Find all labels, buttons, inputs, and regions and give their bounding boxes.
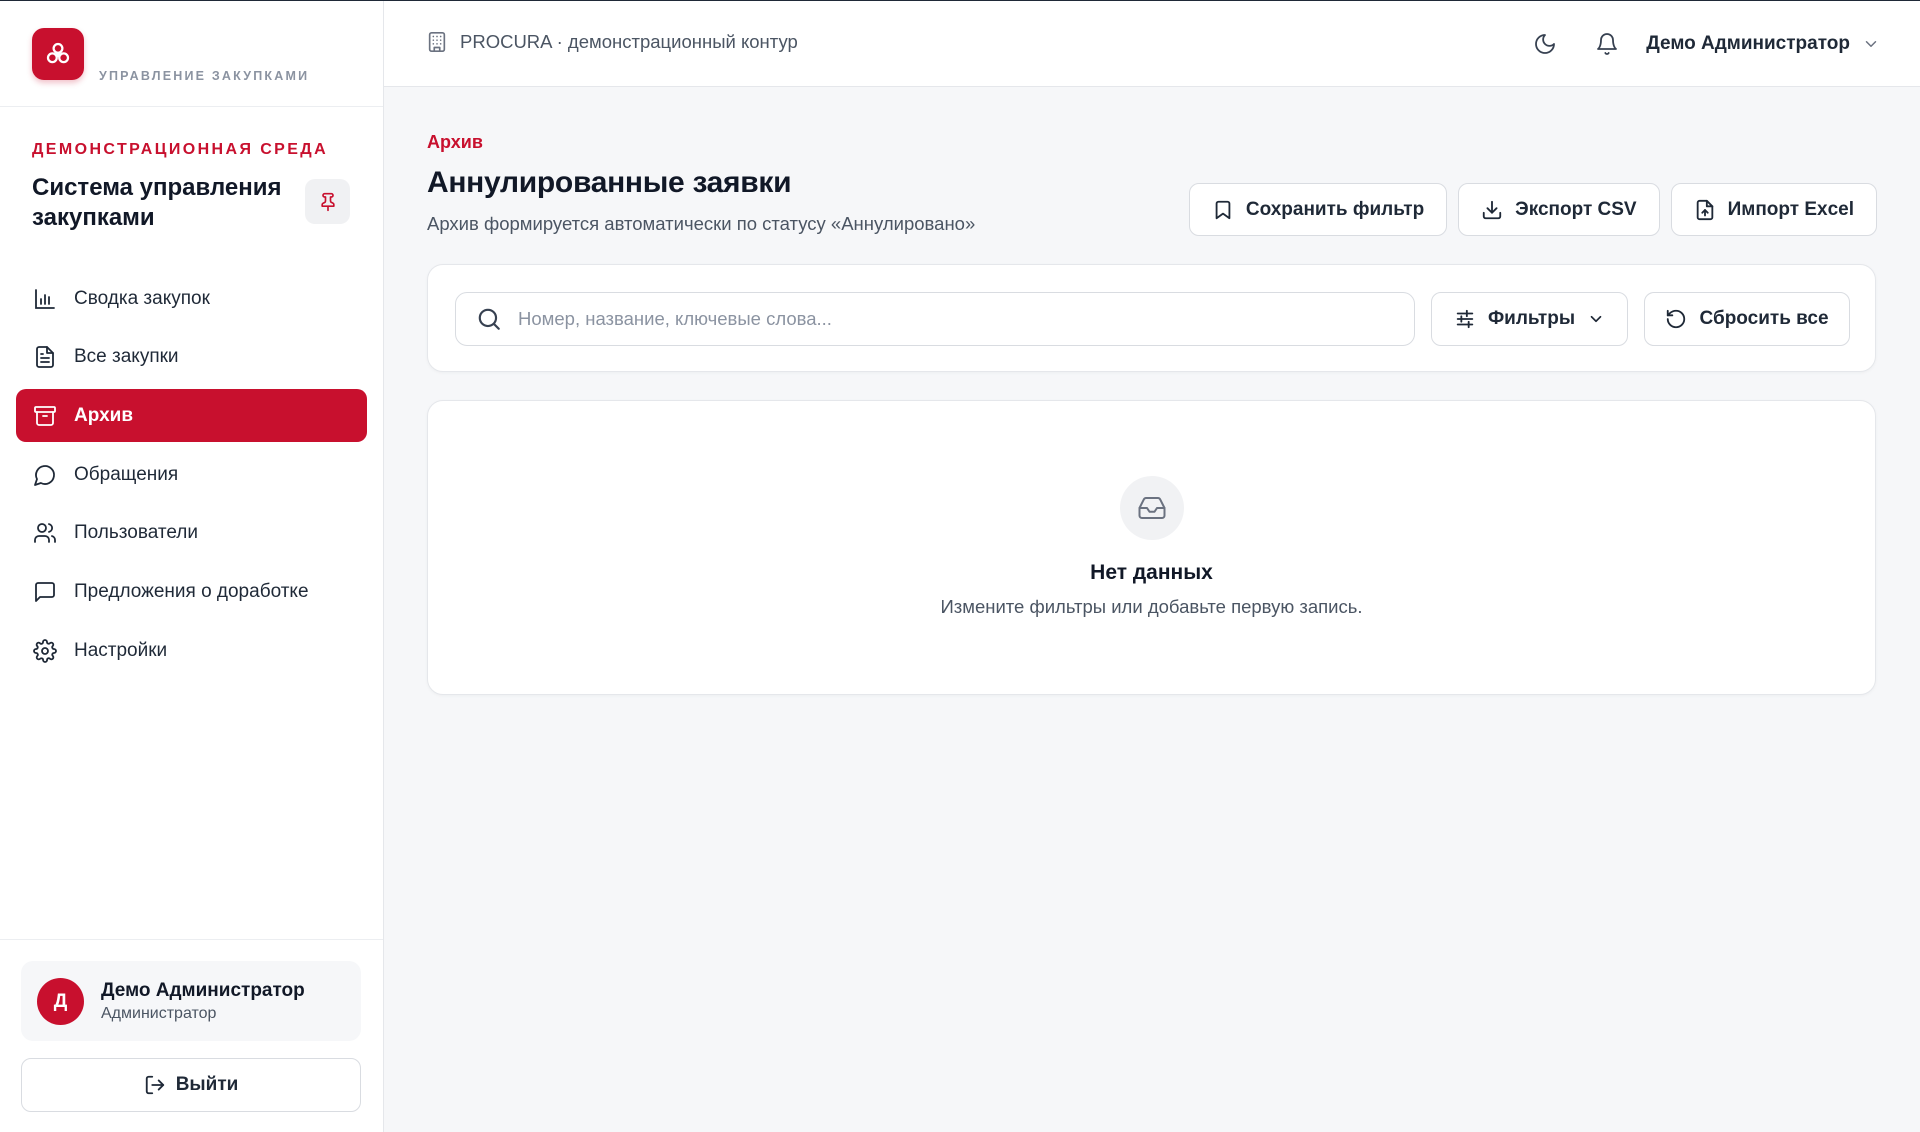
sidebar-item-label: Обращения [74, 463, 179, 485]
import-excel-label: Импорт Excel [1727, 198, 1854, 220]
logo-subtitle: УПРАВЛЕНИЕ ЗАКУПКАМИ [99, 69, 310, 83]
user-name: Демо Администратор [101, 980, 305, 1001]
filters-label: Фильтры [1487, 308, 1576, 329]
avatar: Д [37, 978, 84, 1025]
empty-state-card: Нет данных Измените фильтры или добавьте… [427, 400, 1876, 695]
chevron-down-icon [1587, 310, 1605, 328]
user-menu-name: Демо Администратор [1646, 33, 1850, 54]
sidebar-item-label: Пользователи [74, 522, 199, 544]
context-label: PROCURA · демонстрационный контур [426, 31, 798, 53]
file-upload-icon [1694, 199, 1716, 221]
document-icon [32, 344, 58, 370]
sidebar: УПРАВЛЕНИЕ ЗАКУПКАМИ ДЕМОНСТРАЦИОННАЯ СР… [0, 1, 384, 1132]
sidebar-item-appeals[interactable]: Обращения [16, 448, 367, 501]
user-role: Администратор [101, 1005, 217, 1022]
sidebar-header: УПРАВЛЕНИЕ ЗАКУПКАМИ [0, 1, 383, 107]
topbar: PROCURA · демонстрационный контур Демо А… [384, 1, 1920, 87]
pin-sidebar-button[interactable] [305, 179, 350, 224]
bell-icon [1597, 33, 1618, 55]
logout-label: Выйти [175, 1074, 239, 1095]
system-title: Система управления закупками [32, 174, 282, 231]
gear-icon [32, 638, 58, 664]
sidebar-item-label: Настройки [74, 639, 168, 661]
building-icon [426, 31, 448, 53]
sidebar-item-archive[interactable]: Архив [16, 389, 367, 443]
page-title: Аннулированные заявки [427, 166, 792, 199]
sidebar-footer: Д Демо Администратор Администратор Выйти [0, 939, 383, 1132]
message-circle-icon [32, 462, 58, 488]
import-excel-button[interactable]: Импорт Excel [1670, 183, 1877, 236]
logo-icon [46, 42, 70, 64]
search-icon [476, 306, 502, 332]
notifications-button[interactable] [1586, 23, 1628, 65]
search-box[interactable] [455, 292, 1415, 346]
reset-all-button[interactable]: Сбросить все [1644, 292, 1850, 346]
sidebar-item-label: Сводка закупок [74, 287, 210, 309]
main-area: PROCURA · демонстрационный контур Демо А… [384, 1, 1920, 1132]
message-square-icon [32, 579, 58, 605]
breadcrumb[interactable]: Архив [427, 132, 483, 153]
filter-panel: Фильтры Сбросить все [427, 264, 1876, 372]
logo[interactable] [32, 28, 84, 80]
download-icon [1481, 199, 1503, 221]
sidebar-item-label: Предложения о доработке [74, 580, 309, 602]
context-text: PROCURA · демонстрационный контур [460, 31, 798, 52]
user-card[interactable]: Д Демо Администратор Администратор [21, 961, 361, 1041]
bar-chart-icon [32, 286, 58, 312]
sidebar-item-settings[interactable]: Настройки [16, 624, 367, 677]
rotate-ccw-icon [1665, 308, 1687, 330]
sidebar-item-suggestions[interactable]: Предложения о доработке [16, 565, 367, 618]
environment-label: ДЕМОНСТРАЦИОННАЯ СРЕДА [32, 141, 329, 158]
search-input[interactable] [518, 308, 1398, 330]
save-filter-button[interactable]: Сохранить фильтр [1188, 183, 1448, 236]
logout-icon [144, 1074, 166, 1096]
user-menu[interactable]: Демо Администратор [1646, 33, 1880, 55]
empty-state-title: Нет данных [1090, 561, 1213, 584]
chevron-down-icon [1862, 35, 1880, 53]
sidebar-item-summary[interactable]: Сводка закупок [16, 272, 367, 325]
theme-toggle-button[interactable] [1524, 23, 1566, 65]
sidebar-item-users[interactable]: Пользователи [16, 507, 367, 560]
bookmark-icon [1212, 199, 1234, 221]
empty-state-subtitle: Измените фильтры или добавьте первую зап… [940, 596, 1363, 617]
moon-icon [1535, 34, 1556, 54]
reset-all-label: Сбросить все [1699, 308, 1829, 329]
app-root: УПРАВЛЕНИЕ ЗАКУПКАМИ ДЕМОНСТРАЦИОННАЯ СР… [0, 0, 1920, 1132]
save-filter-label: Сохранить фильтр [1245, 198, 1425, 220]
export-csv-button[interactable]: Экспорт CSV [1458, 183, 1660, 236]
filters-button[interactable]: Фильтры [1431, 292, 1628, 346]
page-actions: Сохранить фильтр Экспорт CSV Импорт Exce… [1178, 183, 1877, 236]
sidebar-item-label: Все закупки [74, 346, 179, 368]
sidebar-item-label: Архив [74, 404, 134, 426]
export-csv-label: Экспорт CSV [1515, 198, 1637, 220]
logout-button[interactable]: Выйти [21, 1058, 361, 1112]
page-subtitle: Архив формируется автоматически по стату… [427, 213, 976, 234]
sidebar-nav: Сводка закупок Все закупки Архив Обращен… [16, 272, 367, 683]
sliders-icon [1454, 308, 1476, 330]
inbox-icon [1120, 476, 1184, 540]
sidebar-item-all-purchases[interactable]: Все закупки [16, 331, 367, 384]
archive-icon [32, 403, 58, 429]
pin-icon [320, 192, 335, 211]
topbar-actions: Демо Администратор [1504, 23, 1880, 65]
users-icon [32, 520, 58, 546]
